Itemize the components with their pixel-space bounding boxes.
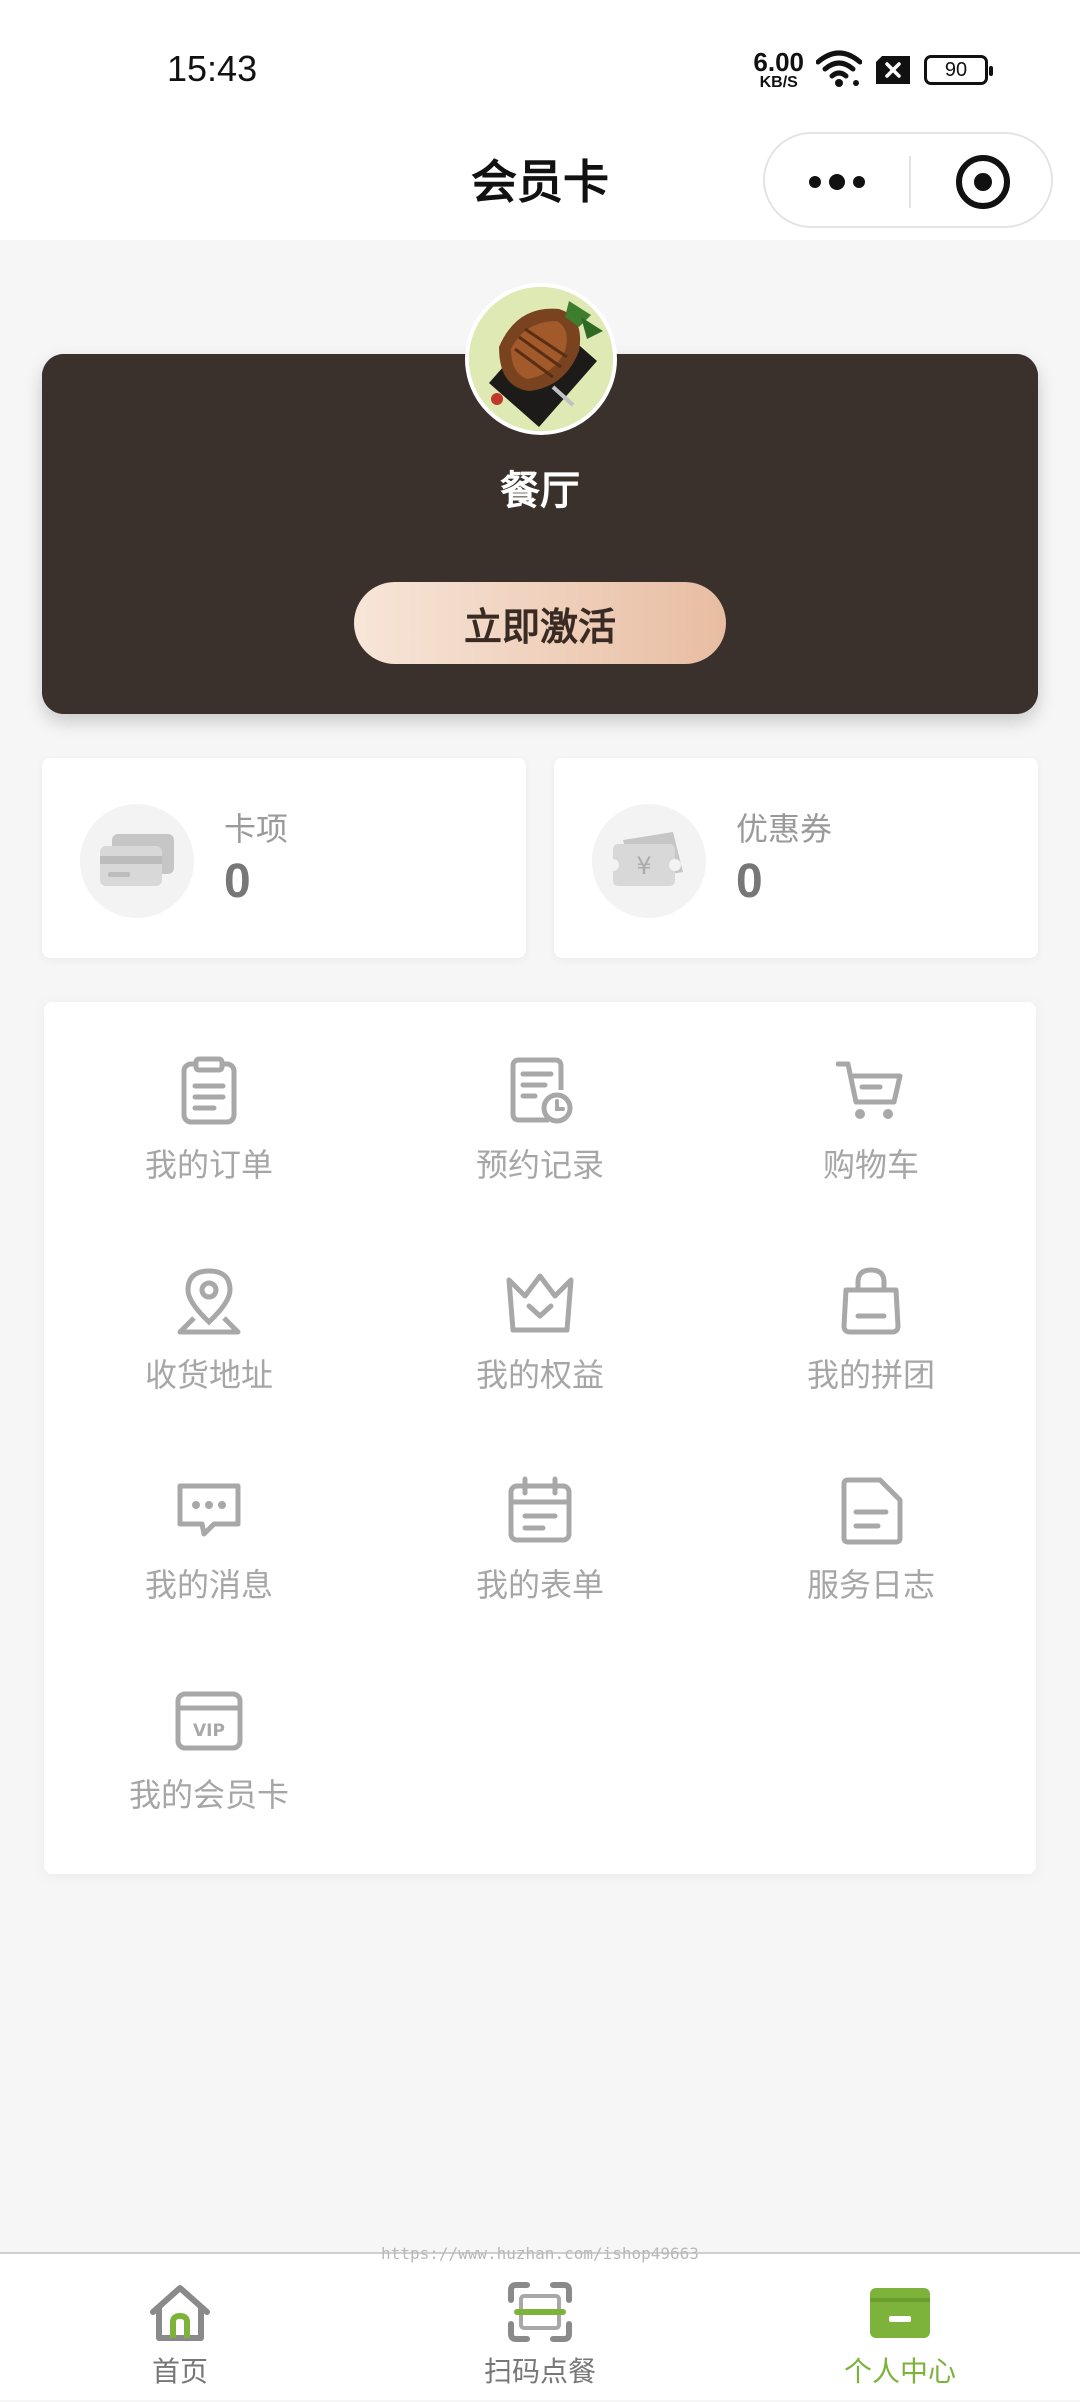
menu-item-my-messages[interactable]: 我的消息: [44, 1422, 374, 1612]
svg-text:VIP: VIP: [193, 1721, 225, 1741]
menu-item-shopping-cart[interactable]: 购物车: [706, 1002, 1036, 1192]
location-pin-icon: [177, 1268, 241, 1335]
target-circle-icon: [956, 155, 1010, 209]
appointment-record-icon: [510, 1057, 573, 1124]
battery-indicator: 90: [924, 55, 993, 85]
menu-item-label: 预约记录: [475, 1146, 604, 1184]
status-icons: 6.00 KB/S 90: [753, 48, 993, 92]
menu-item-group-buying[interactable]: 我的拼团: [706, 1212, 1036, 1402]
menu-item-shipping-address[interactable]: 收货地址: [44, 1212, 374, 1402]
more-options-button[interactable]: [765, 134, 909, 230]
menu-item-appointment-records[interactable]: 预约记录: [375, 1002, 705, 1192]
store-avatar: [465, 283, 617, 435]
tab-label: 扫码点餐: [483, 2355, 596, 2388]
menu-item-label: 收货地址: [144, 1356, 273, 1394]
network-speed-unit: KB/S: [759, 74, 798, 91]
tab-home[interactable]: 首页: [0, 2254, 360, 2402]
coupon-icon: ¥: [592, 804, 706, 918]
activate-button[interactable]: 立即激活: [354, 582, 726, 664]
menu-item-service-log[interactable]: 服务日志: [706, 1422, 1036, 1612]
profile-card-icon: [870, 2288, 930, 2338]
menu-item-my-benefits[interactable]: 我的权益: [375, 1212, 705, 1402]
menu-item-label: 我的拼团: [806, 1356, 935, 1394]
cart-icon: [836, 1061, 903, 1119]
watermark-url: https://www.huzhan.com/ishop49663: [381, 2244, 699, 2263]
svg-text:¥: ¥: [636, 852, 651, 880]
network-speed-value: 6.00: [753, 47, 804, 77]
close-mini-program-button[interactable]: [911, 134, 1055, 230]
menu-item-label: 我的消息: [144, 1566, 273, 1604]
tab-profile[interactable]: 个人中心: [720, 2254, 1080, 2402]
tab-label: 个人中心: [843, 2355, 956, 2388]
shopping-bag-icon: [841, 1267, 901, 1335]
message-icon: [177, 1483, 241, 1537]
card-icon: [80, 804, 194, 918]
vip-card-icon: VIP: [175, 1691, 243, 1751]
coupons-stat[interactable]: ¥ 优惠券 0: [554, 758, 1038, 958]
tab-label: 首页: [151, 2355, 208, 2388]
menu-item-my-orders[interactable]: 我的订单: [44, 1002, 374, 1192]
status-time: 15:43: [167, 48, 258, 89]
calendar-form-icon: [508, 1476, 572, 1543]
no-sim-icon: [876, 56, 910, 84]
menu-item-my-membership-card[interactable]: VIP 我的会员卡: [44, 1632, 374, 1822]
clipboard-icon: [181, 1056, 237, 1125]
crown-icon: [506, 1273, 574, 1333]
mini-program-capsule: [763, 132, 1053, 228]
wifi-icon: [816, 50, 862, 87]
menu-item-my-forms[interactable]: 我的表单: [375, 1422, 705, 1612]
menu-item-label: 服务日志: [806, 1566, 935, 1604]
coupons-count: 0: [736, 855, 763, 908]
document-icon: [841, 1477, 903, 1545]
more-dot-icon: [829, 174, 845, 190]
service-menu: 我的订单 预约记录 购物车 收货地址 我的权益 我的拼团 我的消息 我的表单 服…: [44, 1002, 1036, 1874]
more-dot-icon: [809, 176, 821, 188]
menu-item-label: 我的订单: [144, 1146, 273, 1184]
more-dot-icon: [853, 176, 865, 188]
menu-item-label: 我的表单: [475, 1566, 604, 1604]
food-photo-icon: [469, 287, 613, 431]
menu-item-label: 购物车: [822, 1146, 919, 1184]
card-items-stat[interactable]: 卡项 0: [42, 758, 526, 958]
coupons-label: 优惠券: [736, 810, 833, 848]
home-icon: [150, 2285, 210, 2341]
network-speed: 6.00 KB/S: [753, 49, 804, 91]
tab-scan-order[interactable]: 扫码点餐: [360, 2254, 720, 2402]
card-items-count: 0: [224, 855, 251, 908]
scan-icon: [508, 2282, 572, 2342]
navigation-bar: 会员卡: [0, 130, 1080, 240]
card-items-label: 卡项: [224, 810, 289, 848]
menu-item-label: 我的会员卡: [128, 1776, 289, 1814]
status-bar: 15:43 6.00 KB/S 90: [0, 0, 1080, 130]
menu-item-label: 我的权益: [475, 1356, 604, 1394]
store-name: 餐厅: [500, 468, 580, 514]
bottom-tab-bar: 首页 扫码点餐 个人中心: [0, 2252, 1080, 2400]
